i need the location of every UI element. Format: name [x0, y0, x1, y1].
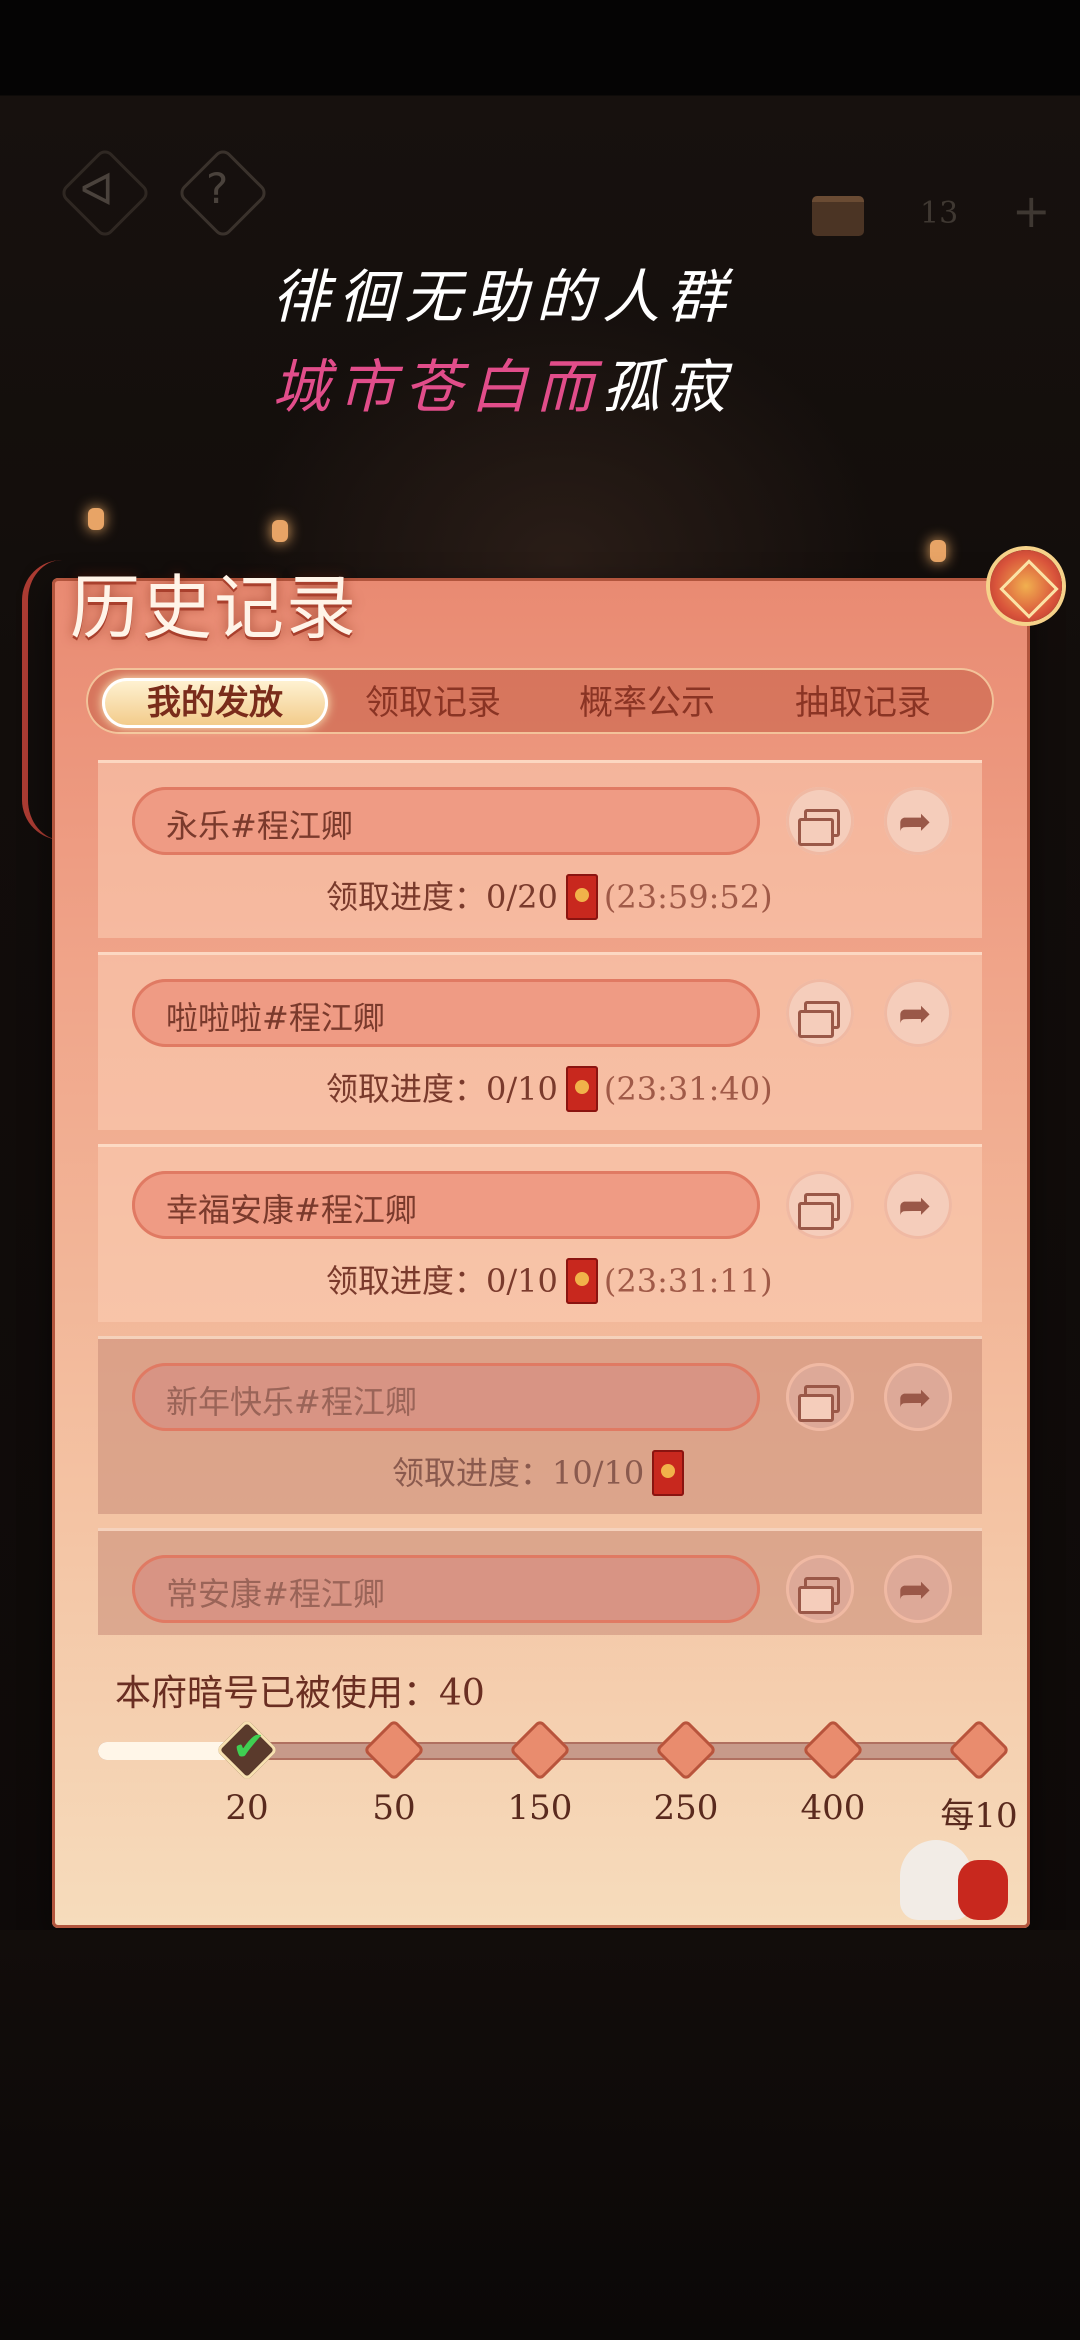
- background-lower: [0, 1930, 1080, 2340]
- milestone-label: 每10: [940, 1796, 1018, 1836]
- lantern-decoration: [272, 520, 288, 542]
- list-item: 永乐#程江卿 ➦ 领取进度： 0/20 (23:59:52): [98, 760, 982, 938]
- lantern-decoration: [88, 508, 104, 530]
- copy-button[interactable]: [786, 1555, 854, 1623]
- chest-icon: [812, 196, 864, 236]
- progress-label: 领取进度：: [326, 1262, 487, 1300]
- share-arrow-icon: ➦: [898, 1375, 932, 1421]
- lyric-rest: 孤寂: [602, 353, 735, 421]
- list-item: 常安康#程江卿 ➦: [98, 1528, 982, 1635]
- progress-row: 领取进度： 0/10 (23:31:11): [326, 1257, 773, 1305]
- share-arrow-icon: ➦: [898, 799, 932, 845]
- lyric-highlight: 城市苍白而: [272, 353, 603, 421]
- name-field: 永乐#程江卿: [132, 787, 760, 855]
- list-item: 新年快乐#程江卿 ➦ 领取进度： 10/10: [98, 1336, 982, 1514]
- currency-counter: 13: [920, 196, 959, 231]
- progress-value: 0/10: [486, 1262, 558, 1300]
- copy-icon: [798, 1001, 840, 1038]
- item-name: 幸福安康#程江卿: [166, 1191, 417, 1229]
- name-field: 新年快乐#程江卿: [132, 1363, 760, 1431]
- name-field: 常安康#程江卿: [132, 1555, 760, 1623]
- copy-button[interactable]: [786, 979, 854, 1047]
- copy-button[interactable]: [786, 1171, 854, 1239]
- milestone-label: 50: [372, 1788, 416, 1828]
- progress-label: 领取进度：: [326, 1070, 487, 1108]
- list-item: 啦啦啦#程江卿 ➦ 领取进度： 0/10 (23:31:40): [98, 952, 982, 1130]
- red-envelope-icon: [565, 1066, 598, 1112]
- lantern-decoration: [930, 540, 946, 562]
- usage-counter-text: 本府暗号已被使用：40: [115, 1673, 485, 1714]
- lyric-line-1: 徘徊无助的人群: [272, 263, 735, 331]
- copy-button[interactable]: [786, 1363, 854, 1431]
- progress-value: 10/10: [552, 1454, 645, 1492]
- red-envelope-icon: [565, 874, 598, 920]
- copy-icon: [798, 1385, 840, 1422]
- red-envelope-icon: [565, 1258, 598, 1304]
- name-field: 啦啦啦#程江卿: [132, 979, 760, 1047]
- panel-title: 历史记录: [70, 567, 358, 649]
- tab-my-issued[interactable]: 我的发放: [102, 678, 328, 728]
- share-button[interactable]: ➦: [884, 1363, 952, 1431]
- countdown-timer: (23:31:40): [603, 1070, 773, 1108]
- item-name: 常安康#程江卿: [166, 1575, 385, 1613]
- check-icon: ✔: [232, 1724, 266, 1770]
- plus-icon[interactable]: +: [1012, 184, 1051, 238]
- tab-probability[interactable]: 概率公示: [552, 678, 742, 728]
- milestone-label: 150: [507, 1788, 573, 1828]
- item-name: 永乐#程江卿: [166, 807, 353, 845]
- lyric-line-2: 城市苍白而孤寂: [272, 340, 734, 424]
- progress-label: 领取进度：: [392, 1454, 553, 1492]
- copy-icon: [798, 1193, 840, 1230]
- copy-button[interactable]: [786, 787, 854, 855]
- item-name: 啦啦啦#程江卿: [166, 999, 385, 1037]
- share-button[interactable]: ➦: [884, 787, 952, 855]
- red-envelope-icon: [652, 1450, 685, 1496]
- progress-label: 领取进度：: [326, 878, 487, 916]
- milestone-label: 250: [653, 1788, 719, 1828]
- share-button[interactable]: ➦: [884, 1555, 952, 1623]
- issued-list[interactable]: 永乐#程江卿 ➦ 领取进度： 0/20 (23:59:52) 啦啦啦#程江卿 ➦…: [98, 760, 982, 1635]
- share-arrow-icon: ➦: [898, 991, 932, 1037]
- milestone-label: 20: [225, 1788, 269, 1828]
- list-item: 幸福安康#程江卿 ➦ 领取进度： 0/10 (23:31:11): [98, 1144, 982, 1322]
- share-button[interactable]: ➦: [884, 1171, 952, 1239]
- share-arrow-icon: ➦: [898, 1183, 932, 1229]
- tab-claim-records[interactable]: 领取记录: [338, 678, 528, 728]
- progress-row: 领取进度： 0/20 (23:59:52): [326, 873, 773, 921]
- progress-row: 领取进度： 10/10: [392, 1449, 690, 1497]
- countdown-timer: (23:31:11): [603, 1262, 773, 1300]
- help-icon: ?: [206, 164, 229, 213]
- tab-draw-records[interactable]: 抽取记录: [768, 678, 958, 728]
- name-field: 幸福安康#程江卿: [132, 1171, 760, 1239]
- copy-icon: [798, 1577, 840, 1614]
- share-arrow-icon: ➦: [898, 1567, 932, 1613]
- share-button[interactable]: ➦: [884, 979, 952, 1047]
- back-icon: ᐊ: [80, 165, 114, 216]
- milestone-label: 400: [800, 1788, 866, 1828]
- progress-row: 领取进度： 0/10 (23:31:40): [326, 1065, 773, 1113]
- countdown-timer: (23:59:52): [603, 878, 773, 916]
- item-name: 新年快乐#程江卿: [166, 1383, 417, 1421]
- lucky-bag-icon: [958, 1860, 1008, 1920]
- progress-value: 0/20: [486, 878, 558, 916]
- emblem-decoration: [990, 550, 1062, 622]
- copy-icon: [798, 809, 840, 846]
- progress-value: 0/10: [486, 1070, 558, 1108]
